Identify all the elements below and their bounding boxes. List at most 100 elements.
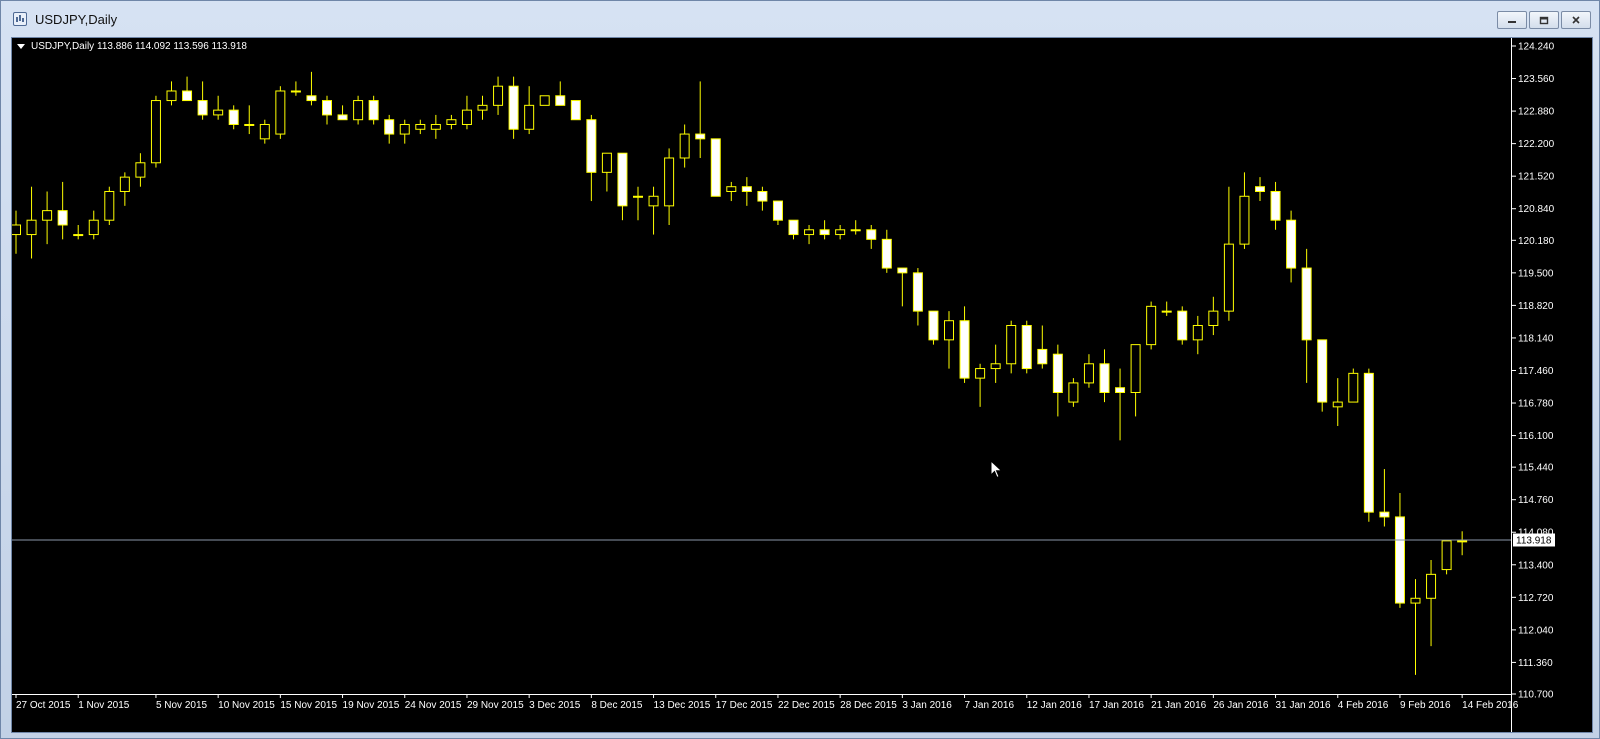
candle-body [539,95,550,106]
candle [477,95,488,120]
candle-body [1332,401,1343,408]
candle [12,210,21,254]
candle [322,95,332,125]
time-tick-label: 27 Oct 2015 [16,700,71,711]
chart-window-icon [13,12,27,26]
candlestick-chart[interactable]: 124.240 123.560 122.880 122.200 121.520 120.8… [12,38,1592,732]
candle-body [1208,310,1219,326]
price-tick-label: 118.140 [1518,333,1554,344]
candle-body [1379,511,1390,518]
candle [399,119,410,144]
candle-body [757,190,768,202]
candle [539,95,550,106]
candle-body [1239,195,1250,245]
chart-symbol-label: USDJPY,Daily [31,41,94,52]
candle-body [1363,372,1374,513]
candle [679,124,690,168]
symbol-dropdown-icon[interactable] [17,44,25,49]
candle [726,181,737,202]
candle [1052,344,1063,417]
candle [88,210,99,240]
price-tick-label: 112.720 [1518,593,1554,604]
candle-body [1441,540,1452,571]
close-button[interactable] [1561,11,1591,29]
price-tick-label: 122.880 [1518,107,1555,118]
candle-body [695,133,706,140]
candle [446,114,457,130]
price-tick-label: 122.200 [1518,139,1555,150]
restore-icon [1539,16,1549,25]
minimize-button[interactable] [1497,11,1527,29]
time-tick-label: 10 Nov 2015 [218,700,275,711]
candle [1192,315,1203,355]
candle [1426,559,1437,647]
price-axis: 124.240 123.560 122.880 122.200 121.520 120.8… [1512,42,1555,701]
candle-body [228,109,239,125]
candle-body [1192,324,1203,341]
candle-body [1006,324,1017,365]
price-label-box: 113.918 [1513,533,1555,547]
candle-body [213,109,224,116]
time-tick-label: 7 Jan 2016 [965,700,1015,711]
time-tick-label: 1 Nov 2015 [78,700,130,711]
candles-layer [12,71,1468,675]
candle [244,105,255,135]
candle [461,95,472,130]
price-tick-label: 116.100 [1518,431,1554,442]
time-tick-label: 17 Dec 2015 [716,700,773,711]
candle-body [415,123,426,130]
candle [570,100,581,121]
candle-body [353,100,364,121]
time-axis: 27 Oct 2015 1 Nov 2015 5 Nov 2015 10 Nov 20… [15,694,1519,711]
title-bar[interactable]: USDJPY,Daily [1,1,1599,37]
candle-body [244,123,255,126]
chart-area[interactable]: 124.240 123.560 122.880 122.200 121.520 120.8… [11,37,1593,733]
close-icon [1572,16,1580,24]
candle [555,81,566,106]
candle [104,186,115,225]
mouse-cursor-icon [990,460,1003,479]
candle [633,186,643,221]
candle-body [1161,310,1172,313]
candle-body [197,100,208,116]
candle [990,344,1001,383]
price-tick-label: 121.520 [1518,172,1555,183]
candle [1130,344,1141,417]
candle [835,224,846,240]
candle [959,306,970,383]
candle-body [166,90,177,102]
candle-body [1099,363,1110,393]
candle [1208,296,1219,336]
candle-body [1223,243,1234,312]
candle [1223,186,1234,321]
price-tick-label: 115.440 [1518,463,1554,474]
time-tick-label: 5 Nov 2015 [156,700,208,711]
time-tick-label: 3 Jan 2016 [902,700,952,711]
candle-body [617,152,628,207]
candle-body [555,95,566,106]
candle [1021,320,1032,374]
price-tick-label: 120.180 [1518,236,1555,247]
time-tick-label: 3 Dec 2015 [529,700,581,711]
candle [804,224,815,245]
candle-body [881,238,892,269]
price-tick-label: 116.780 [1518,399,1554,410]
time-tick-label: 31 Jan 2016 [1276,700,1331,711]
candle [1286,210,1297,283]
time-tick-label: 22 Dec 2015 [778,700,835,711]
candle [757,186,768,211]
candle-body [1301,267,1312,341]
candle-body [88,219,99,236]
current-price-label: 113.918 [1516,535,1552,546]
price-tick-label: 112.040 [1518,625,1554,636]
candle-body [104,190,115,221]
candle [695,81,706,158]
candle [1394,492,1405,608]
candle-body [477,104,488,111]
candle-body [1115,387,1126,393]
candle [135,153,146,187]
candle-body [1083,363,1094,384]
candle [897,267,908,307]
restore-button[interactable] [1529,11,1559,29]
candle [944,311,954,369]
